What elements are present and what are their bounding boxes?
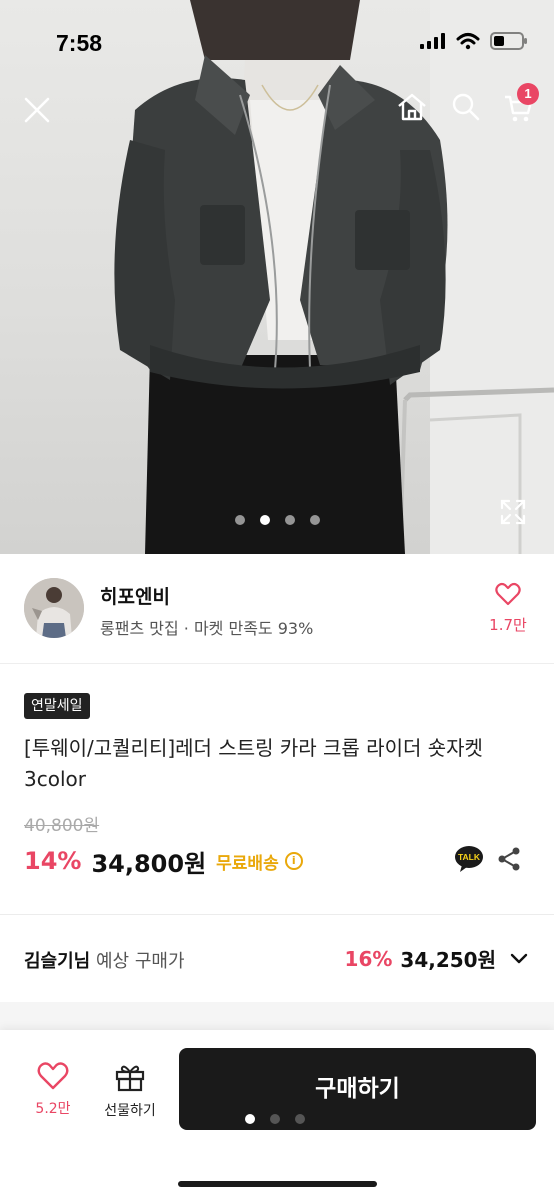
product-image-carousel[interactable]: 7:58 1 [0,0,554,554]
expected-price-row[interactable]: 김슬기님 예상 구매가 16% 34,250원 [0,916,554,1002]
close-icon [24,97,50,123]
like-count: 5.2만 [35,1101,71,1117]
home-indicator[interactable] [178,1181,377,1187]
divider [0,914,554,915]
bottom-action-bar: 5.2만 선물하기 구매하기 [0,1030,554,1200]
gift-icon [115,1065,145,1092]
seller-description: 롱팬츠 맛집 · 마켓 만족도 93% [100,619,314,638]
share-button[interactable] [496,846,522,872]
carousel-dots [0,515,554,525]
talk-icon: TALK [455,846,483,872]
carousel-dot[interactable] [284,515,295,525]
home-icon [398,93,426,121]
seller-avatar[interactable] [24,578,84,638]
info-icon[interactable]: i [284,852,303,870]
expected-price-value: 16% 34,250원 [345,944,528,973]
original-price: 40,800원 [24,816,100,836]
seller-section[interactable]: 히포엔비 롱팬츠 맛집 · 마켓 만족도 93% 1.7만 [0,554,554,664]
expected-price-label: 김슬기님 예상 구매가 [24,947,185,973]
status-icons [420,32,528,50]
carousel-dot-active[interactable] [259,515,270,525]
home-button[interactable] [396,92,428,122]
discount-rate: 14% [24,847,82,875]
seller-avatar-image [24,578,84,638]
chevron-down-icon[interactable] [510,950,528,968]
expand-button[interactable] [499,498,527,526]
close-button[interactable] [22,94,52,128]
seller-name[interactable]: 히포엔비 [100,582,170,609]
search-icon [452,93,480,121]
price-row: 14% 34,800원 무료배송 i [24,843,303,879]
free-shipping-label[interactable]: 무료배송 [216,849,279,874]
page-dot-active [245,1114,255,1124]
heart-icon [495,582,521,606]
user-name: 김슬기님 [24,951,91,972]
status-bar: 7:58 [0,0,554,80]
sale-badge: 연말세일 [24,693,90,719]
cart-badge: 1 [517,83,539,105]
buy-button[interactable]: 구매하기 [179,1048,536,1130]
sale-price: 34,800원 [91,849,207,878]
battery-icon [490,32,527,50]
product-photo [114,0,554,554]
signal-icon [420,33,445,49]
share-icon [498,847,520,871]
expected-price: 34,250원 [400,948,496,972]
bottom-page-dots [245,1114,305,1124]
page-dot [295,1114,305,1124]
search-button[interactable] [451,92,481,122]
product-title: [투웨이/고퀄리티]레더 스트링 카라 크롭 라이더 숏자켓 3color [24,736,483,791]
gift-label: 선물하기 [104,1103,156,1119]
expected-price-caption: 예상 구매가 [95,951,185,972]
carousel-dot[interactable] [309,515,320,525]
gift-button[interactable]: 선물하기 [96,1062,164,1120]
talk-label: TALK [458,852,481,862]
carousel-dot[interactable] [234,515,245,525]
cart-button[interactable]: 1 [503,83,539,123]
seller-like-button[interactable]: 1.7만 [478,582,538,635]
wifi-icon [456,33,480,50]
kakao-talk-button[interactable]: TALK [454,845,484,873]
expand-icon [500,499,526,525]
expected-discount: 16% [344,946,393,971]
status-time: 7:58 [56,30,103,56]
page-dot [270,1114,280,1124]
like-button[interactable]: 5.2만 [26,1062,80,1118]
section-spacer [0,1002,554,1030]
seller-like-count: 1.7만 [489,616,527,634]
heart-icon [37,1062,69,1090]
